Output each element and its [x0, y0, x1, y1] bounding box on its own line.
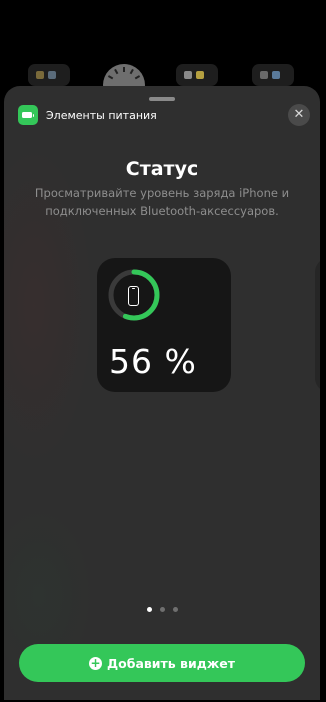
battery-widget-preview[interactable]: 56 % — [97, 258, 231, 392]
battery-icon — [18, 105, 38, 125]
app-folder-icon — [28, 64, 70, 86]
sheet-grabber[interactable] — [149, 97, 175, 101]
app-folder-icon — [176, 64, 218, 86]
add-widget-button[interactable]: + Добавить виджет — [19, 644, 305, 682]
battery-percent: 56 % — [109, 342, 197, 381]
page-dot[interactable] — [146, 607, 152, 612]
home-screen-peek — [0, 62, 326, 106]
add-widget-label: Добавить виджет — [107, 655, 235, 671]
page-indicator[interactable] — [4, 607, 320, 612]
widget-gallery-screen: Элементы питания ✕ Статус Просматривайте… — [0, 0, 326, 702]
sheet-title: Статус — [125, 158, 199, 180]
sheet-subtitle: Просматривайте уровень заряда iPhone и п… — [34, 186, 290, 218]
app-name: Элементы питания — [46, 108, 157, 122]
close-icon: ✕ — [293, 107, 305, 122]
next-widget-preview[interactable] — [315, 258, 320, 392]
iphone-icon — [128, 286, 139, 306]
page-dot[interactable] — [172, 607, 178, 612]
widget-sheet: Элементы питания ✕ Статус Просматривайте… — [4, 86, 320, 700]
plus-circle-icon: + — [89, 655, 102, 670]
app-header: Элементы питания — [18, 105, 157, 125]
page-dot[interactable] — [159, 607, 165, 612]
close-button[interactable]: ✕ — [288, 104, 310, 126]
app-folder-icon — [252, 64, 294, 86]
